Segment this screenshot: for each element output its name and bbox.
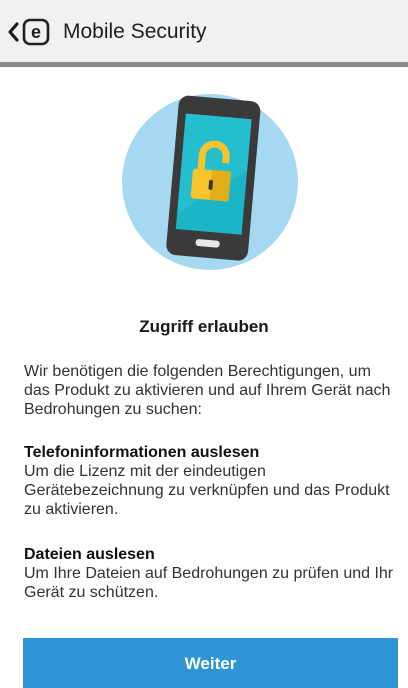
svg-text:e: e	[31, 22, 41, 42]
app-title: Mobile Security	[63, 20, 207, 43]
app-bar: e Mobile Security	[0, 0, 408, 62]
chevron-left-icon	[8, 22, 19, 42]
back-button[interactable]: e	[6, 17, 50, 47]
permission-description-files: Um Ihre Dateien auf Bedrohungen zu prüfe…	[24, 565, 394, 601]
permission-description-phone-info: Um die Lizenz mit der eindeutigen Geräte…	[24, 463, 390, 518]
eset-logo-icon: e	[22, 18, 50, 46]
permission-title-phone-info: Telefoninformationen auslesen	[24, 444, 260, 461]
intro-text: Wir benötigen die folgenden Berechtigung…	[24, 363, 391, 418]
phone-unlocked-illustration	[120, 92, 300, 272]
page-heading: Zugriff erlauben	[139, 317, 269, 336]
app-bar-divider	[0, 62, 408, 67]
continue-button[interactable]: Weiter	[23, 638, 398, 688]
phone-unlocked-padlock-icon	[122, 94, 298, 270]
permission-screen: e Mobile Security Zugriff erlauben Wir b…	[0, 0, 408, 688]
permission-title-files: Dateien auslesen	[24, 546, 155, 563]
